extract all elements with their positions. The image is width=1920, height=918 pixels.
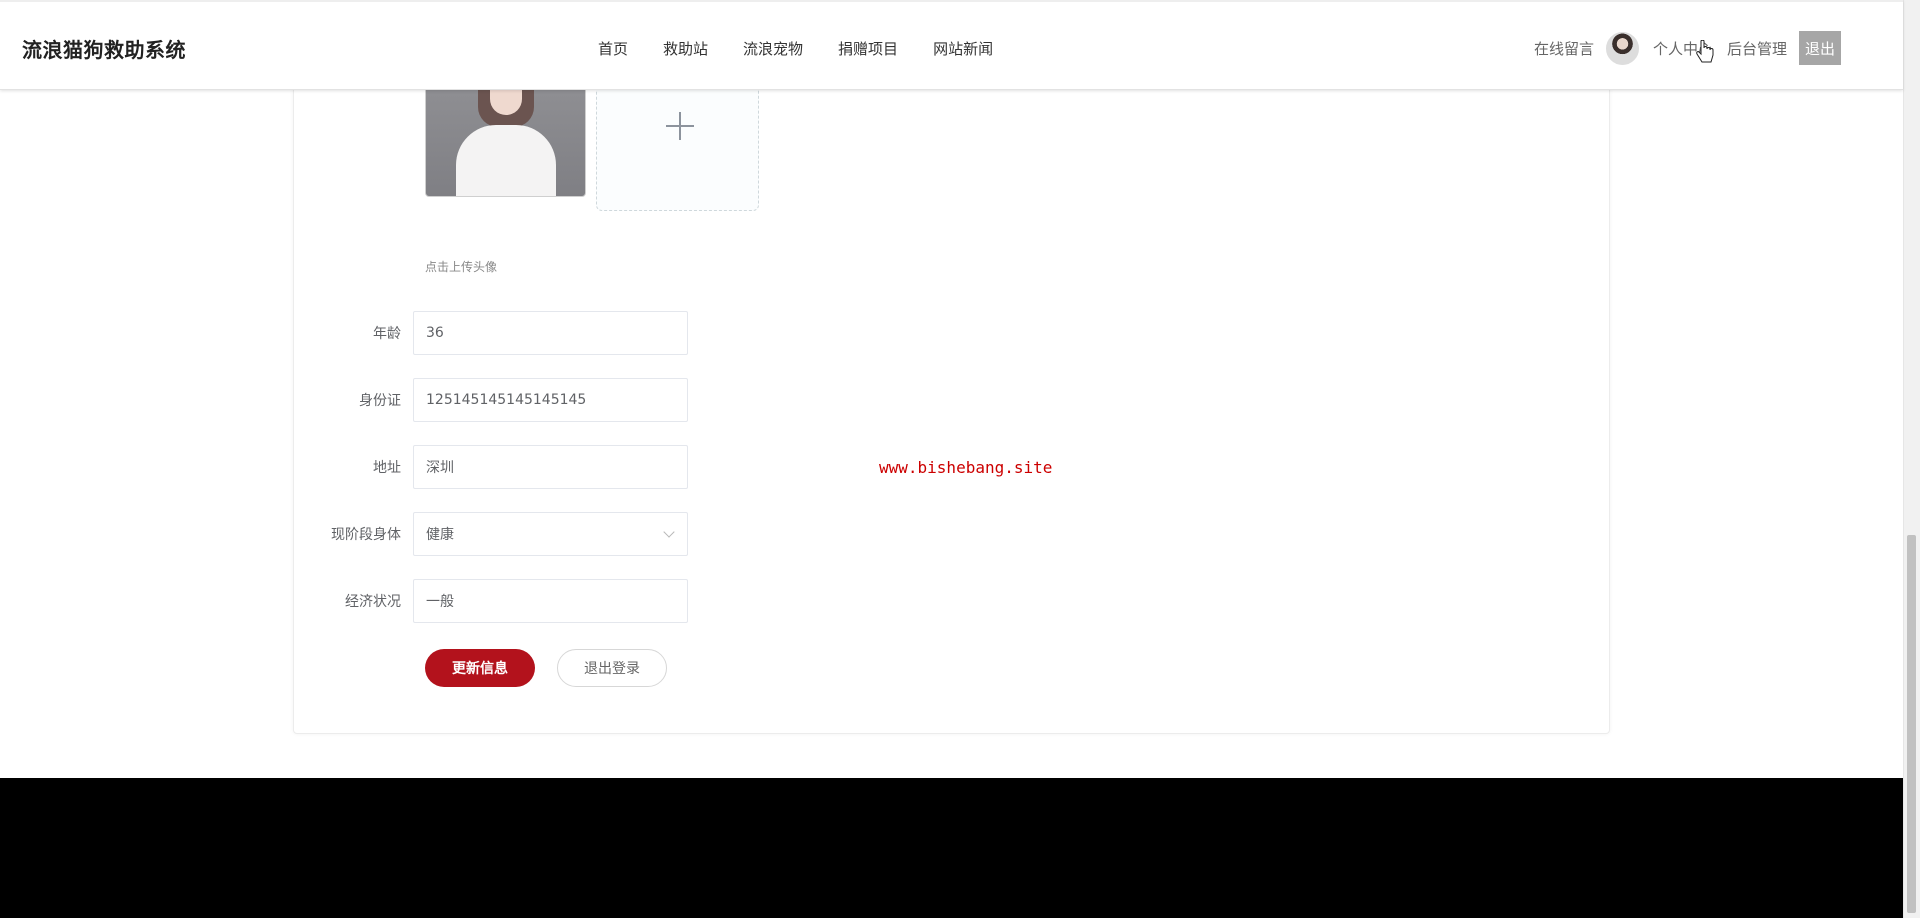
nav-item-donation[interactable]: 捐赠项目 — [838, 38, 898, 59]
id-card-label: 身份证 — [359, 393, 401, 409]
avatar-upload-box[interactable] — [596, 84, 759, 211]
health-label: 现阶段身体 — [331, 527, 401, 543]
logout-account-button[interactable]: 退出登录 — [557, 649, 667, 687]
nav-item-home[interactable]: 首页 — [598, 38, 628, 59]
id-card-input[interactable]: 125145145145145145 — [413, 378, 688, 422]
online-message-link[interactable]: 在线留言 — [1534, 38, 1594, 59]
plus-icon — [666, 112, 694, 140]
admin-link[interactable]: 后台管理 — [1727, 38, 1787, 59]
logout-button[interactable]: 退出 — [1799, 31, 1841, 65]
chevron-down-icon — [663, 526, 675, 538]
address-input[interactable]: 深圳 — [413, 445, 688, 489]
nav-item-news[interactable]: 网站新闻 — [933, 38, 993, 59]
nav-item-stray-pets[interactable]: 流浪宠物 — [743, 38, 803, 59]
scrollbar-thumb[interactable] — [1907, 535, 1916, 913]
economy-input[interactable]: 一般 — [413, 579, 688, 623]
nav-item-rescue-station[interactable]: 救助站 — [663, 38, 708, 59]
age-input[interactable]: 36 — [413, 311, 688, 355]
age-label: 年龄 — [373, 326, 401, 342]
page-footer — [0, 778, 1903, 918]
form-row-health: 现阶段身体 健康 — [320, 512, 700, 556]
site-title[interactable]: 流浪猫狗救助系统 — [22, 34, 186, 63]
address-label: 地址 — [373, 460, 401, 476]
avatar[interactable] — [1605, 31, 1639, 65]
form-row-id-card: 身份证 125145145145145145 — [320, 378, 700, 422]
photo-body — [456, 125, 556, 196]
update-info-button[interactable]: 更新信息 — [425, 649, 535, 687]
top-header: 流浪猫狗救助系统 首页 救助站 流浪宠物 捐赠项目 网站新闻 在线留言 个人中心… — [0, 0, 1903, 90]
health-select-value: 健康 — [426, 527, 454, 543]
form-row-address: 地址 深圳 — [320, 445, 700, 489]
upload-hint: 点击上传头像 — [425, 260, 498, 274]
watermark-text: www.bishebang.site — [879, 458, 1053, 477]
user-menu: 在线留言 个人中心 后台管理 退出 — [1520, 30, 1841, 66]
form-row-economy: 经济状况 一般 — [320, 579, 700, 623]
economy-label: 经济状况 — [345, 594, 401, 610]
health-select[interactable]: 健康 — [413, 512, 688, 556]
form-row-age: 年龄 36 — [320, 311, 700, 355]
main-nav: 首页 救助站 流浪宠物 捐赠项目 网站新闻 — [598, 38, 1028, 59]
pointer-cursor-icon — [1696, 40, 1714, 63]
avatar-photo — [425, 84, 586, 197]
